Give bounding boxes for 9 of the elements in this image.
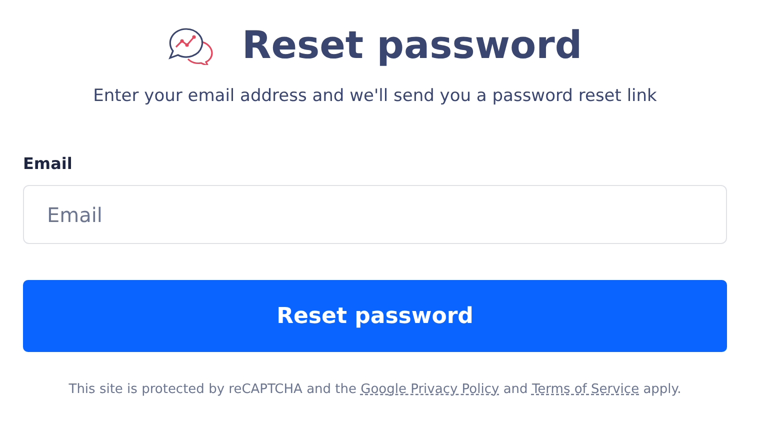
email-label: Email (23, 154, 72, 173)
page-title: Reset password (242, 23, 582, 67)
chat-chart-icon (168, 25, 214, 65)
email-field[interactable]: Email (23, 185, 727, 244)
reset-password-button[interactable]: Reset password (23, 280, 727, 352)
policy-link[interactable]: Terms of Service (532, 382, 640, 397)
policy-link[interactable]: Google Privacy Policy (360, 382, 500, 397)
subtitle: Enter your email address and we'll send you a password reset link (92, 86, 658, 106)
recaptcha-notice: This site is protected by reCAPTCHA and the Google Privacy Policy and Terms of Service apply. (68, 382, 682, 397)
